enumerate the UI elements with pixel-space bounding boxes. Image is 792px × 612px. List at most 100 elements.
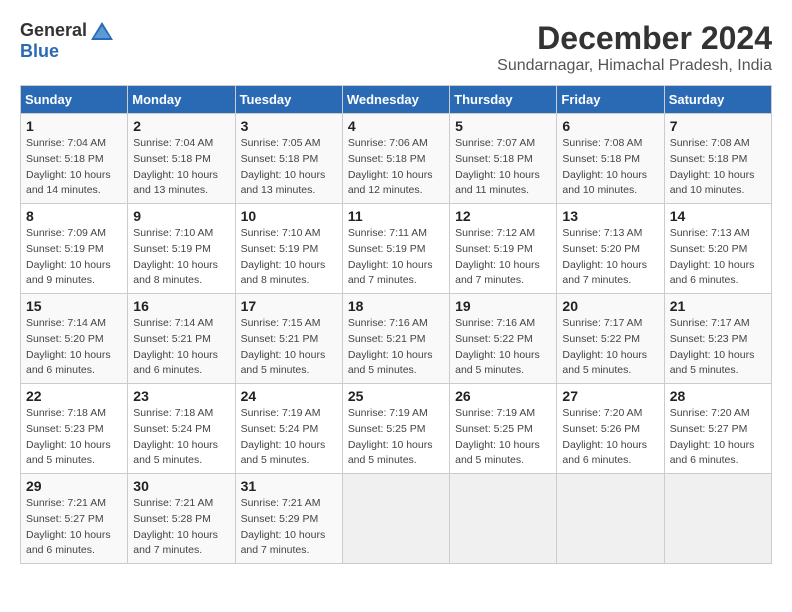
day-info: Sunrise: 7:10 AM Sunset: 5:19 PM Dayligh… xyxy=(241,226,337,289)
day-info: Sunrise: 7:17 AM Sunset: 5:22 PM Dayligh… xyxy=(562,316,658,379)
calendar-cell: 16 Sunrise: 7:14 AM Sunset: 5:21 PM Dayl… xyxy=(128,294,235,384)
calendar-cell xyxy=(450,474,557,564)
col-saturday: Saturday xyxy=(664,86,771,114)
day-info: Sunrise: 7:21 AM Sunset: 5:29 PM Dayligh… xyxy=(241,496,337,559)
day-info: Sunrise: 7:20 AM Sunset: 5:26 PM Dayligh… xyxy=(562,406,658,469)
calendar-cell: 14 Sunrise: 7:13 AM Sunset: 5:20 PM Dayl… xyxy=(664,204,771,294)
logo-general: General xyxy=(20,20,87,41)
day-number: 17 xyxy=(241,298,337,314)
header-row: Sunday Monday Tuesday Wednesday Thursday… xyxy=(21,86,772,114)
day-number: 28 xyxy=(670,388,766,404)
calendar-cell: 4 Sunrise: 7:06 AM Sunset: 5:18 PM Dayli… xyxy=(342,114,449,204)
day-number: 11 xyxy=(348,208,444,224)
logo-icon xyxy=(91,22,113,40)
calendar-cell xyxy=(664,474,771,564)
calendar-cell: 1 Sunrise: 7:04 AM Sunset: 5:18 PM Dayli… xyxy=(21,114,128,204)
day-info: Sunrise: 7:17 AM Sunset: 5:23 PM Dayligh… xyxy=(670,316,766,379)
day-number: 15 xyxy=(26,298,122,314)
calendar-cell: 26 Sunrise: 7:19 AM Sunset: 5:25 PM Dayl… xyxy=(450,384,557,474)
col-monday: Monday xyxy=(128,86,235,114)
calendar-cell: 3 Sunrise: 7:05 AM Sunset: 5:18 PM Dayli… xyxy=(235,114,342,204)
day-number: 18 xyxy=(348,298,444,314)
day-number: 9 xyxy=(133,208,229,224)
calendar-cell: 29 Sunrise: 7:21 AM Sunset: 5:27 PM Dayl… xyxy=(21,474,128,564)
subtitle: Sundarnagar, Himachal Pradesh, India xyxy=(497,57,772,75)
calendar-cell: 25 Sunrise: 7:19 AM Sunset: 5:25 PM Dayl… xyxy=(342,384,449,474)
calendar-cell: 8 Sunrise: 7:09 AM Sunset: 5:19 PM Dayli… xyxy=(21,204,128,294)
day-info: Sunrise: 7:07 AM Sunset: 5:18 PM Dayligh… xyxy=(455,136,551,199)
calendar-cell: 6 Sunrise: 7:08 AM Sunset: 5:18 PM Dayli… xyxy=(557,114,664,204)
calendar-week-3: 15 Sunrise: 7:14 AM Sunset: 5:20 PM Dayl… xyxy=(21,294,772,384)
day-info: Sunrise: 7:21 AM Sunset: 5:27 PM Dayligh… xyxy=(26,496,122,559)
day-number: 7 xyxy=(670,118,766,134)
calendar-cell: 18 Sunrise: 7:16 AM Sunset: 5:21 PM Dayl… xyxy=(342,294,449,384)
day-info: Sunrise: 7:19 AM Sunset: 5:25 PM Dayligh… xyxy=(348,406,444,469)
calendar-cell: 10 Sunrise: 7:10 AM Sunset: 5:19 PM Dayl… xyxy=(235,204,342,294)
calendar-week-2: 8 Sunrise: 7:09 AM Sunset: 5:19 PM Dayli… xyxy=(21,204,772,294)
day-info: Sunrise: 7:13 AM Sunset: 5:20 PM Dayligh… xyxy=(670,226,766,289)
day-info: Sunrise: 7:08 AM Sunset: 5:18 PM Dayligh… xyxy=(670,136,766,199)
day-number: 10 xyxy=(241,208,337,224)
day-number: 12 xyxy=(455,208,551,224)
day-info: Sunrise: 7:14 AM Sunset: 5:20 PM Dayligh… xyxy=(26,316,122,379)
calendar-cell: 5 Sunrise: 7:07 AM Sunset: 5:18 PM Dayli… xyxy=(450,114,557,204)
day-number: 31 xyxy=(241,478,337,494)
day-number: 19 xyxy=(455,298,551,314)
day-number: 2 xyxy=(133,118,229,134)
day-number: 16 xyxy=(133,298,229,314)
day-number: 4 xyxy=(348,118,444,134)
day-info: Sunrise: 7:09 AM Sunset: 5:19 PM Dayligh… xyxy=(26,226,122,289)
calendar-cell: 2 Sunrise: 7:04 AM Sunset: 5:18 PM Dayli… xyxy=(128,114,235,204)
calendar-cell: 28 Sunrise: 7:20 AM Sunset: 5:27 PM Dayl… xyxy=(664,384,771,474)
day-info: Sunrise: 7:14 AM Sunset: 5:21 PM Dayligh… xyxy=(133,316,229,379)
calendar-cell: 30 Sunrise: 7:21 AM Sunset: 5:28 PM Dayl… xyxy=(128,474,235,564)
col-wednesday: Wednesday xyxy=(342,86,449,114)
day-info: Sunrise: 7:19 AM Sunset: 5:25 PM Dayligh… xyxy=(455,406,551,469)
day-info: Sunrise: 7:04 AM Sunset: 5:18 PM Dayligh… xyxy=(26,136,122,199)
day-number: 13 xyxy=(562,208,658,224)
col-tuesday: Tuesday xyxy=(235,86,342,114)
logo: General Blue xyxy=(20,20,113,62)
calendar-week-1: 1 Sunrise: 7:04 AM Sunset: 5:18 PM Dayli… xyxy=(21,114,772,204)
header: General Blue December 2024 Sundarnagar, … xyxy=(20,20,772,75)
day-info: Sunrise: 7:15 AM Sunset: 5:21 PM Dayligh… xyxy=(241,316,337,379)
calendar-cell: 19 Sunrise: 7:16 AM Sunset: 5:22 PM Dayl… xyxy=(450,294,557,384)
day-info: Sunrise: 7:04 AM Sunset: 5:18 PM Dayligh… xyxy=(133,136,229,199)
calendar-table: Sunday Monday Tuesday Wednesday Thursday… xyxy=(20,85,772,564)
day-number: 30 xyxy=(133,478,229,494)
day-info: Sunrise: 7:21 AM Sunset: 5:28 PM Dayligh… xyxy=(133,496,229,559)
col-sunday: Sunday xyxy=(21,86,128,114)
day-number: 5 xyxy=(455,118,551,134)
day-number: 26 xyxy=(455,388,551,404)
day-info: Sunrise: 7:06 AM Sunset: 5:18 PM Dayligh… xyxy=(348,136,444,199)
day-info: Sunrise: 7:08 AM Sunset: 5:18 PM Dayligh… xyxy=(562,136,658,199)
day-info: Sunrise: 7:10 AM Sunset: 5:19 PM Dayligh… xyxy=(133,226,229,289)
calendar-cell: 17 Sunrise: 7:15 AM Sunset: 5:21 PM Dayl… xyxy=(235,294,342,384)
day-number: 6 xyxy=(562,118,658,134)
day-number: 3 xyxy=(241,118,337,134)
calendar-cell: 7 Sunrise: 7:08 AM Sunset: 5:18 PM Dayli… xyxy=(664,114,771,204)
logo-blue: Blue xyxy=(20,41,59,62)
day-number: 27 xyxy=(562,388,658,404)
day-number: 23 xyxy=(133,388,229,404)
day-number: 14 xyxy=(670,208,766,224)
day-info: Sunrise: 7:11 AM Sunset: 5:19 PM Dayligh… xyxy=(348,226,444,289)
calendar-cell: 13 Sunrise: 7:13 AM Sunset: 5:20 PM Dayl… xyxy=(557,204,664,294)
day-number: 20 xyxy=(562,298,658,314)
day-info: Sunrise: 7:05 AM Sunset: 5:18 PM Dayligh… xyxy=(241,136,337,199)
title-area: December 2024 Sundarnagar, Himachal Prad… xyxy=(497,20,772,75)
calendar-week-4: 22 Sunrise: 7:18 AM Sunset: 5:23 PM Dayl… xyxy=(21,384,772,474)
col-friday: Friday xyxy=(557,86,664,114)
day-number: 29 xyxy=(26,478,122,494)
day-info: Sunrise: 7:20 AM Sunset: 5:27 PM Dayligh… xyxy=(670,406,766,469)
day-info: Sunrise: 7:12 AM Sunset: 5:19 PM Dayligh… xyxy=(455,226,551,289)
day-number: 8 xyxy=(26,208,122,224)
calendar-cell: 20 Sunrise: 7:17 AM Sunset: 5:22 PM Dayl… xyxy=(557,294,664,384)
calendar-cell: 23 Sunrise: 7:18 AM Sunset: 5:24 PM Dayl… xyxy=(128,384,235,474)
day-number: 25 xyxy=(348,388,444,404)
calendar-week-5: 29 Sunrise: 7:21 AM Sunset: 5:27 PM Dayl… xyxy=(21,474,772,564)
day-info: Sunrise: 7:13 AM Sunset: 5:20 PM Dayligh… xyxy=(562,226,658,289)
calendar-cell: 9 Sunrise: 7:10 AM Sunset: 5:19 PM Dayli… xyxy=(128,204,235,294)
day-info: Sunrise: 7:18 AM Sunset: 5:24 PM Dayligh… xyxy=(133,406,229,469)
calendar-cell: 12 Sunrise: 7:12 AM Sunset: 5:19 PM Dayl… xyxy=(450,204,557,294)
